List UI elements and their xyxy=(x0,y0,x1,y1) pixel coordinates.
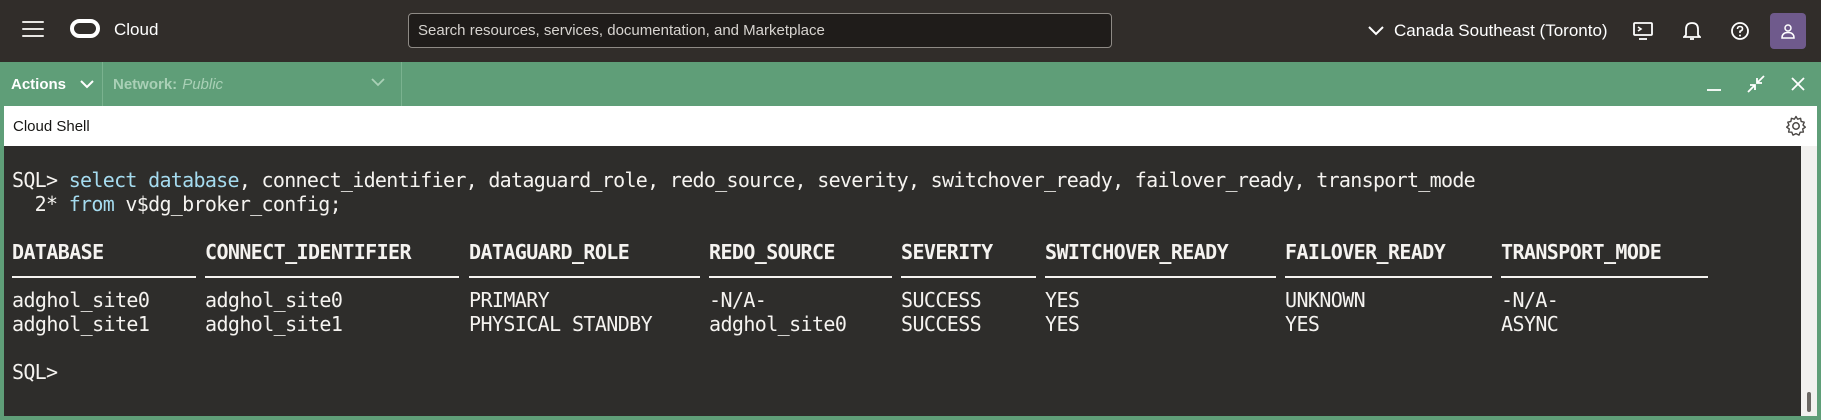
table-cell: YES xyxy=(1045,288,1080,312)
table-cell: adghol_site0 xyxy=(709,312,847,336)
cloud-shell-header: Cloud Shell xyxy=(4,106,1817,146)
column-header: SEVERITY xyxy=(901,240,993,264)
column-separator xyxy=(1501,276,1708,278)
network-value: Public xyxy=(182,75,224,93)
column-separator xyxy=(1045,276,1276,278)
query-line-1-rest: , connect_identifier, dataguard_role, re… xyxy=(238,168,1476,192)
table-cell: PHYSICAL STANDBY xyxy=(469,312,653,336)
sql-keyword-from: from xyxy=(68,192,115,216)
scrollbar-thumb[interactable] xyxy=(1807,392,1811,412)
column-header: SWITCHOVER_READY xyxy=(1045,240,1229,264)
cloud-shell-title: Cloud Shell xyxy=(13,118,90,135)
column-separator xyxy=(469,276,700,278)
cloud-shell-action-bar: Actions Network: Public xyxy=(0,62,1821,106)
table-cell: YES xyxy=(1045,312,1080,336)
user-avatar[interactable] xyxy=(1770,13,1806,49)
table-cell: adghol_site0 xyxy=(205,288,343,312)
table-cell: UNKNOWN xyxy=(1285,288,1366,312)
column-header: DATABASE xyxy=(12,240,104,264)
minimize-icon[interactable] xyxy=(1703,73,1725,95)
column-header: DATAGUARD_ROLE xyxy=(469,240,630,264)
column-header: REDO_SOURCE xyxy=(709,240,835,264)
table-cell: adghol_site1 xyxy=(205,312,343,336)
restore-icon[interactable] xyxy=(1745,73,1767,95)
query-line-1: SQL> select database, connect_identifier… xyxy=(12,168,1476,192)
query-line-2-rest: v$dg_broker_config; xyxy=(114,192,341,216)
column-header: TRANSPORT_MODE xyxy=(1501,240,1662,264)
table-cell: ASYNC xyxy=(1501,312,1559,336)
region-selector[interactable]: Canada Southeast (Toronto) xyxy=(1368,18,1608,44)
hamburger-menu-icon[interactable] xyxy=(22,21,44,39)
region-label: Canada Southeast (Toronto) xyxy=(1394,21,1608,40)
chevron-down-icon xyxy=(1368,26,1384,36)
brand-name[interactable]: Cloud xyxy=(114,20,158,40)
table-cell: SUCCESS xyxy=(901,312,982,336)
bell-icon[interactable] xyxy=(1681,20,1703,42)
sql-keyword-select: select xyxy=(68,168,138,192)
table-cell: YES xyxy=(1285,312,1320,336)
column-separator xyxy=(12,276,196,278)
line-number: 2* xyxy=(12,192,58,216)
help-icon[interactable] xyxy=(1729,20,1751,42)
column-header: CONNECT_IDENTIFIER xyxy=(205,240,412,264)
table-cell: PRIMARY xyxy=(469,288,550,312)
chevron-down-icon xyxy=(371,78,385,87)
network-selector[interactable]: Network: Public xyxy=(104,62,402,106)
actions-menu-button[interactable]: Actions xyxy=(0,62,103,106)
table-cell: adghol_site0 xyxy=(12,288,150,312)
table-cell: SUCCESS xyxy=(901,288,982,312)
column-separator xyxy=(1285,276,1492,278)
sql-keyword-database: database xyxy=(148,168,239,192)
column-header: FAILOVER_READY xyxy=(1285,240,1446,264)
terminal-output[interactable]: SQL> select database, connect_identifier… xyxy=(4,146,1801,416)
actions-label: Actions xyxy=(11,75,67,93)
top-navigation-bar: Cloud Canada Southeast (Toronto) xyxy=(0,0,1821,62)
table-cell: -N/A- xyxy=(709,288,767,312)
search-box[interactable] xyxy=(408,13,1112,48)
gear-icon[interactable] xyxy=(1785,115,1807,137)
cloud-logo-icon[interactable] xyxy=(70,19,100,38)
cloud-shell-icon[interactable] xyxy=(1632,20,1654,42)
cloud-shell-panel: Cloud Shell SQL> select database, connec… xyxy=(0,106,1821,420)
chevron-down-icon xyxy=(80,79,94,88)
column-separator xyxy=(709,276,892,278)
table-cell: -N/A- xyxy=(1501,288,1559,312)
column-separator xyxy=(901,276,1036,278)
network-label: Network: xyxy=(113,75,178,93)
sql-prompt: SQL> xyxy=(12,168,58,192)
terminal-scrollbar[interactable] xyxy=(1801,146,1817,416)
query-line-2: 2* from v$dg_broker_config; xyxy=(12,192,342,216)
final-sql-prompt: SQL> xyxy=(12,360,58,384)
column-separator xyxy=(205,276,459,278)
user-icon xyxy=(1781,24,1795,39)
search-input[interactable] xyxy=(409,14,1111,47)
close-icon[interactable] xyxy=(1787,73,1809,95)
table-cell: adghol_site1 xyxy=(12,312,150,336)
